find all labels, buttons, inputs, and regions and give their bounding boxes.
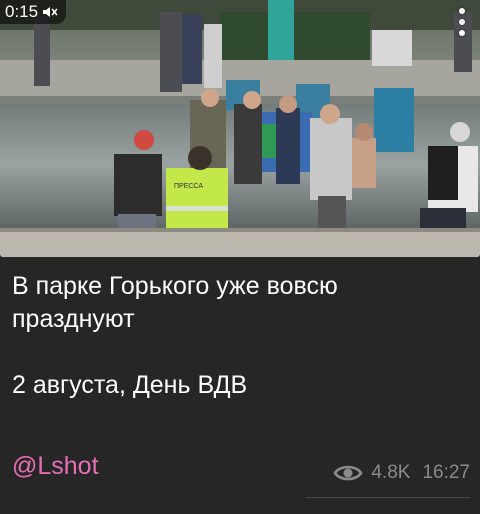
divider [306, 497, 470, 498]
channel-link[interactable]: @Lshot [12, 452, 99, 481]
menu-dot [459, 19, 465, 25]
timer-text: 0:15 [5, 2, 39, 21]
more-vertical-icon[interactable] [450, 2, 474, 42]
message-footer: @Lshot 4.8K 16:27 [12, 448, 470, 488]
eye-icon [333, 463, 363, 483]
menu-dot [459, 30, 465, 36]
video-frame: ПРЕССА [0, 0, 480, 257]
message-meta: 4.8K 16:27 [333, 462, 470, 484]
vest-text: ПРЕССА [174, 183, 203, 190]
speaker-muted-icon[interactable] [42, 4, 58, 20]
message-bubble: ПРЕССА 0:15 В парке Горького уже вовсю п… [0, 0, 480, 514]
message-time: 16:27 [422, 462, 470, 483]
message-text: В парке Горького уже вовсю празднуют 2 а… [12, 272, 338, 399]
menu-dot [459, 8, 465, 14]
video-player[interactable]: ПРЕССА 0:15 [0, 0, 480, 257]
view-count: 4.8K [371, 462, 411, 483]
video-timer: 0:15 [0, 0, 67, 24]
